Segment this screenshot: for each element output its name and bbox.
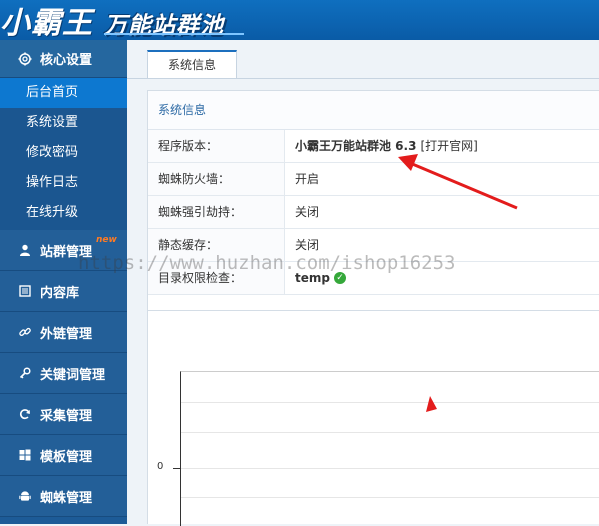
list-icon — [18, 285, 32, 297]
sidebar-cat-label: 关键词管理 — [40, 367, 106, 383]
gridline — [181, 402, 599, 403]
chart-panel: 0 — [147, 310, 599, 526]
info-row-spider-hijack: 蜘蛛强引劫持： 关闭 — [148, 196, 599, 229]
sidebar-item-change-password[interactable]: 修改密码 — [0, 138, 127, 168]
logo-underline — [104, 33, 244, 35]
sidebar-item-dashboard[interactable]: 后台首页 — [0, 78, 127, 108]
user-icon — [18, 244, 32, 256]
info-row-spider-firewall: 蜘蛛防火墙： 开启 — [148, 163, 599, 196]
sidebar-cat-collection[interactable]: 采集管理 — [0, 394, 127, 435]
sidebar-cat-content-library[interactable]: 内容库 — [0, 271, 127, 312]
official-site-link[interactable]: [打开官网] — [420, 130, 477, 162]
info-key: 蜘蛛强引劫持： — [148, 196, 285, 228]
info-value: 小霸王万能站群池 6.3 [打开官网] — [285, 130, 478, 162]
gear-icon — [18, 52, 32, 66]
sidebar-cat-external-links[interactable]: 外链管理 — [0, 312, 127, 353]
info-value: 开启 — [295, 172, 320, 186]
sidebar-cat-label: 外链管理 — [40, 326, 93, 342]
sidebar-cat-keywords[interactable]: 关键词管理 — [0, 353, 127, 394]
gridline — [181, 468, 599, 469]
key-icon — [18, 367, 32, 379]
panel-title: 系统信息 — [148, 91, 599, 130]
sidebar-cat-label: 采集管理 — [40, 408, 93, 424]
info-key: 蜘蛛防火墙： — [148, 163, 285, 195]
windows-icon — [18, 449, 32, 461]
tab-bar: 系统信息 — [127, 40, 599, 79]
android-icon — [18, 490, 32, 502]
tab-system-info[interactable]: 系统信息 — [147, 50, 237, 78]
gridline — [181, 497, 599, 498]
sidebar-item-system-settings[interactable]: 系统设置 — [0, 108, 127, 138]
sidebar-item-operation-log[interactable]: 操作日志 — [0, 168, 127, 198]
header: 小霸王 万能站群池 — [0, 0, 599, 40]
version-text: 小霸王万能站群池 6.3 — [295, 139, 417, 153]
info-key: 程序版本： — [148, 130, 285, 162]
sidebar-item-online-upgrade[interactable]: 在线升级 — [0, 198, 127, 228]
new-badge: new — [96, 235, 117, 245]
sidebar-section-label: 核心设置 — [40, 53, 93, 68]
link-icon — [18, 326, 32, 338]
y-tick-label: 0 — [157, 461, 164, 472]
y-tick-mark — [173, 468, 180, 469]
gridline — [181, 432, 599, 433]
sidebar-cat-templates[interactable]: 模板管理 — [0, 435, 127, 476]
logo-main: 小霸王 — [0, 6, 93, 40]
sidebar-cat-label: 模板管理 — [40, 449, 93, 465]
sidebar: 核心设置 后台首页 系统设置 修改密码 操作日志 在线升级 站群管理 new 内… — [0, 40, 127, 524]
info-row-version: 程序版本： 小霸王万能站群池 6.3 [打开官网] — [148, 130, 599, 163]
sidebar-section-core-settings[interactable]: 核心设置 — [0, 40, 127, 78]
watermark: https://www.huzhan.com/ishop16253 — [78, 252, 456, 274]
info-value: 关闭 — [295, 205, 320, 219]
sidebar-cat-spiders[interactable]: 蜘蛛管理 — [0, 476, 127, 517]
refresh-icon — [18, 408, 32, 420]
plot-area — [180, 371, 599, 526]
sidebar-sub-list: 后台首页 系统设置 修改密码 操作日志 在线升级 — [0, 78, 127, 230]
sidebar-cat-label: 蜘蛛管理 — [40, 490, 93, 506]
sidebar-cat-label: 内容库 — [40, 285, 80, 301]
main-content: 系统信息 系统信息 程序版本： 小霸王万能站群池 6.3 [打开官网] 蜘蛛防火… — [127, 40, 599, 526]
system-info-panel: 系统信息 程序版本： 小霸王万能站群池 6.3 [打开官网] 蜘蛛防火墙： 开启… — [147, 90, 599, 330]
